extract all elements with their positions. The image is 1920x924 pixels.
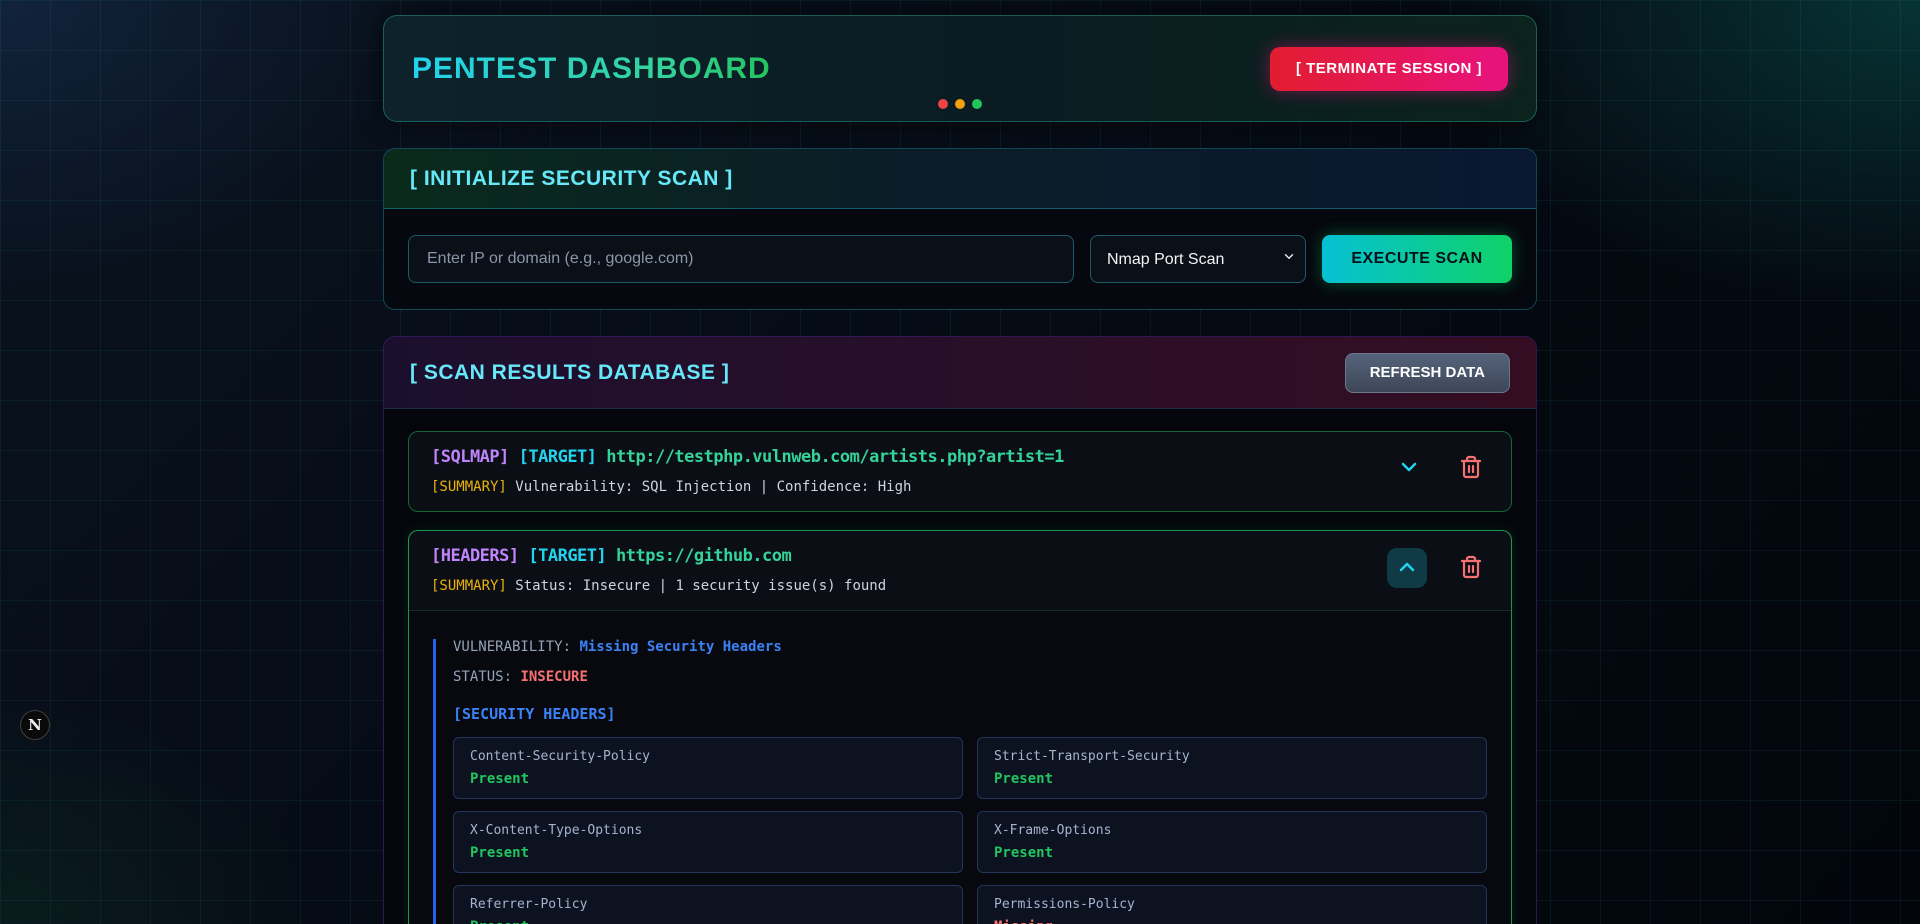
- scan-section-title: [ INITIALIZE SECURITY SCAN ]: [410, 167, 733, 191]
- app-header: PENTEST DASHBOARD [ TERMINATE SESSION ]: [383, 15, 1537, 122]
- status-dot-green: [972, 99, 982, 109]
- header-value: Present: [470, 771, 946, 787]
- target-url: https://github.com: [616, 546, 791, 566]
- summary-text: Status: Insecure | 1 security issue(s) f…: [515, 578, 886, 594]
- trash-icon: [1459, 455, 1483, 482]
- scan-form: Nmap Port Scan EXECUTE SCAN: [384, 209, 1536, 309]
- status-dot-amber: [955, 99, 965, 109]
- result-title-line: [SQLMAP] [TARGET] http://testphp.vulnweb…: [431, 447, 1391, 467]
- scan-result-header: [HEADERS] [TARGET] https://github.com [S…: [409, 531, 1511, 610]
- target-url: http://testphp.vulnweb.com/artists.php?a…: [606, 447, 1064, 467]
- results-section: [ SCAN RESULTS DATABASE ] REFRESH DATA […: [383, 336, 1537, 924]
- tool-tag: [SQLMAP]: [431, 447, 509, 467]
- vulnerability-value: Missing Security Headers: [579, 639, 781, 655]
- chevron-up-icon: [1395, 555, 1419, 582]
- trash-icon: [1459, 555, 1483, 582]
- security-header-cell: Strict-Transport-Security Present: [977, 737, 1487, 799]
- status-row: STATUS: INSECURE: [453, 669, 1487, 685]
- header-value: Present: [994, 771, 1470, 787]
- security-header-cell: Permissions-Policy Missing: [977, 885, 1487, 924]
- result-summary-line: [SUMMARY] Vulnerability: SQL Injection |…: [431, 479, 1391, 495]
- nextjs-n-icon: N: [28, 716, 42, 734]
- chevron-down-icon: [1397, 455, 1421, 482]
- expand-result-button[interactable]: [1391, 449, 1427, 488]
- delete-result-button[interactable]: [1453, 449, 1489, 488]
- result-title-line: [HEADERS] [TARGET] https://github.com: [431, 546, 1387, 566]
- refresh-data-button[interactable]: REFRESH DATA: [1345, 353, 1510, 393]
- security-header-cell: Referrer-Policy Present: [453, 885, 963, 924]
- results-section-header: [ SCAN RESULTS DATABASE ] REFRESH DATA: [384, 337, 1536, 409]
- collapse-result-button[interactable]: [1387, 548, 1427, 588]
- header-name: X-Frame-Options: [994, 823, 1470, 838]
- terminate-session-button[interactable]: [ TERMINATE SESSION ]: [1270, 47, 1508, 91]
- status-label: STATUS:: [453, 669, 512, 685]
- target-input[interactable]: [408, 235, 1074, 283]
- tool-tag: [HEADERS]: [431, 546, 519, 566]
- header-value: Present: [994, 845, 1470, 861]
- scan-type-select-wrap: Nmap Port Scan: [1090, 235, 1306, 283]
- header-value: Present: [470, 845, 946, 861]
- security-header-cell: X-Frame-Options Present: [977, 811, 1487, 873]
- scan-section: [ INITIALIZE SECURITY SCAN ] Nmap Port S…: [383, 148, 1537, 310]
- security-header-cell: X-Content-Type-Options Present: [453, 811, 963, 873]
- security-headers-title: [SECURITY HEADERS]: [453, 705, 1487, 723]
- vulnerability-label: VULNERABILITY:: [453, 639, 571, 655]
- header-name: Content-Security-Policy: [470, 749, 946, 764]
- vulnerability-row: VULNERABILITY: Missing Security Headers: [453, 639, 1487, 655]
- results-list: [SQLMAP] [TARGET] http://testphp.vulnweb…: [384, 409, 1536, 924]
- header-name: Referrer-Policy: [470, 897, 946, 912]
- status-dot-red: [938, 99, 948, 109]
- results-section-title: [ SCAN RESULTS DATABASE ]: [410, 361, 729, 385]
- header-name: Permissions-Policy: [994, 897, 1470, 912]
- main-column: PENTEST DASHBOARD [ TERMINATE SESSION ] …: [383, 15, 1537, 924]
- page-title: PENTEST DASHBOARD: [412, 52, 771, 86]
- scan-section-header: [ INITIALIZE SECURITY SCAN ]: [384, 149, 1536, 209]
- scan-result-header: [SQLMAP] [TARGET] http://testphp.vulnweb…: [409, 432, 1511, 511]
- header-value: Missing: [994, 919, 1470, 924]
- header-name: Strict-Transport-Security: [994, 749, 1470, 764]
- summary-tag: [SUMMARY]: [431, 578, 507, 594]
- summary-tag: [SUMMARY]: [431, 479, 507, 495]
- result-summary-line: [SUMMARY] Status: Insecure | 1 security …: [431, 578, 1387, 594]
- summary-text: Vulnerability: SQL Injection | Confidenc…: [515, 479, 911, 495]
- nextjs-dev-badge[interactable]: N: [20, 710, 50, 740]
- result-detail-panel: VULNERABILITY: Missing Security Headers …: [409, 610, 1511, 924]
- execute-scan-button[interactable]: EXECUTE SCAN: [1322, 235, 1512, 283]
- scan-result-card: [SQLMAP] [TARGET] http://testphp.vulnweb…: [408, 431, 1512, 512]
- scan-type-select[interactable]: Nmap Port Scan: [1090, 235, 1306, 283]
- target-tag: [TARGET]: [519, 447, 597, 467]
- status-value: INSECURE: [520, 669, 587, 685]
- header-name: X-Content-Type-Options: [470, 823, 946, 838]
- scan-result-card: [HEADERS] [TARGET] https://github.com [S…: [408, 530, 1512, 924]
- target-tag: [TARGET]: [528, 546, 606, 566]
- security-header-cell: Content-Security-Policy Present: [453, 737, 963, 799]
- header-value: Present: [470, 919, 946, 924]
- delete-result-button[interactable]: [1453, 549, 1489, 588]
- status-dots: [938, 99, 982, 109]
- security-headers-grid: Content-Security-Policy Present Strict-T…: [453, 737, 1487, 924]
